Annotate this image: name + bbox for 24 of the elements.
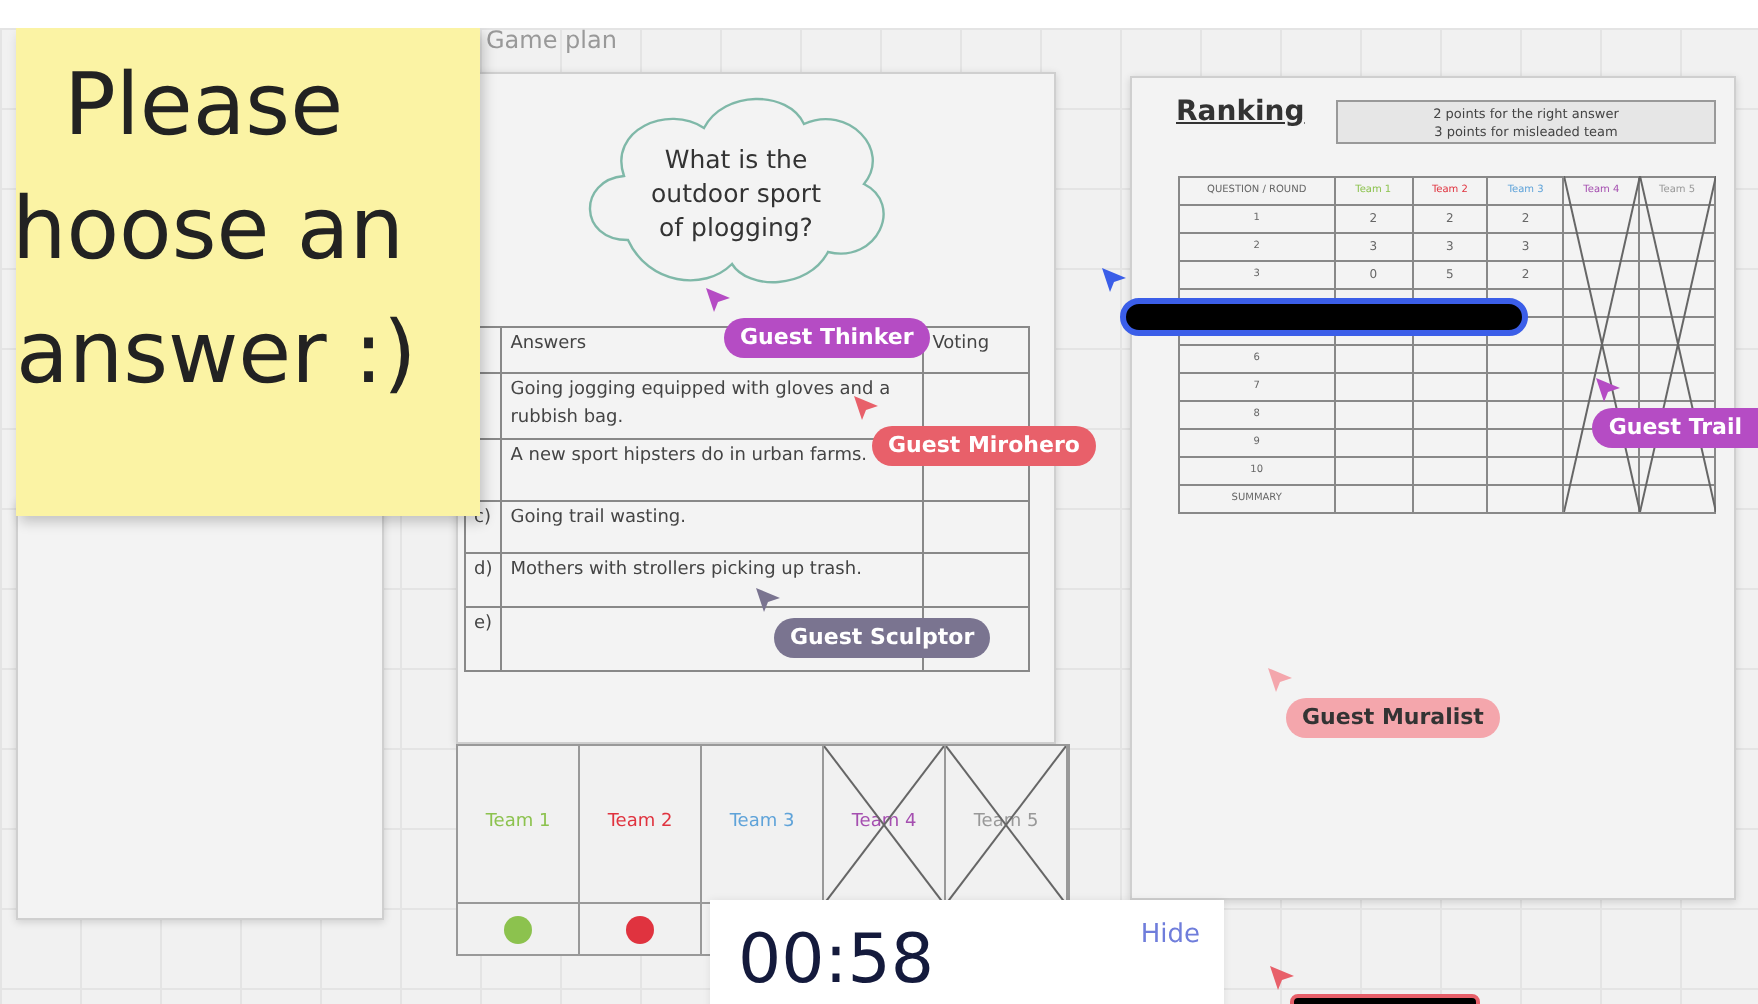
column-header: Voting [932,334,990,354]
cursor-label: Guest Trail [1592,408,1758,448]
question-text: What is the outdoor sport of plogging? [649,142,823,244]
sticky-note-text: answer :) [16,302,419,408]
cursor-label: Guest Mirohero [872,426,1096,466]
column-header: Answers [510,334,587,354]
hide-link[interactable]: Hide [1140,916,1200,952]
answer-text: Mothers with strollers picking up trash. [510,560,862,580]
answer-text: A new sport hipsters do in urban farms. [510,446,868,466]
ranking-title: Ranking [1176,94,1305,132]
answer-text: Going jogging equipped with gloves and a rubbish bag. [510,380,891,427]
frame-title: Game plan [486,28,617,58]
sticky-note-text: Please [64,54,346,160]
timer-display: 00:58 [738,920,934,1004]
answer-letter: e) [474,614,493,634]
sticky-note-text: hoose an [16,178,406,284]
answer-text: Going trail wasting. [510,508,686,528]
cursor-label: Guest Sculptor [774,618,991,658]
answer-letter: d) [474,560,493,580]
team-name: Team 3 [729,810,795,837]
team-name: Team 2 [607,810,673,837]
cursor-label: Guest Thinker [724,318,930,358]
team-name: Team 1 [485,810,551,837]
cursor-label: Guest Muralist [1286,698,1500,738]
